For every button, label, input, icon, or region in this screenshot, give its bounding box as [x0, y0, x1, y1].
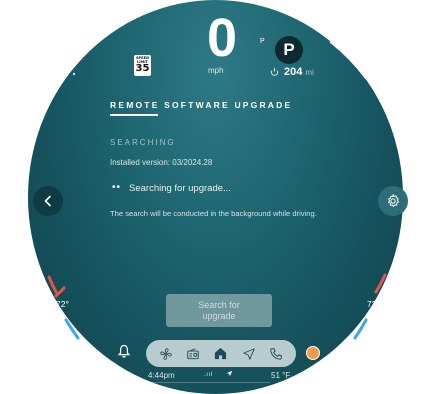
- gear-indicator-small: P: [260, 38, 265, 45]
- phone-icon: [270, 347, 282, 360]
- dock-radio[interactable]: [182, 343, 204, 365]
- right-heat-arc: [374, 273, 387, 294]
- range-icon: [270, 67, 279, 78]
- section-heading: SEARCHING: [110, 138, 176, 147]
- gear-indicator: P: [275, 36, 303, 64]
- range-readout: 204 mi: [284, 66, 314, 78]
- passenger-temp[interactable]: 72°: [367, 299, 380, 309]
- bottom-divider: [140, 382, 270, 383]
- background-search-note: The search will be conducted in the back…: [110, 209, 317, 218]
- fan-icon: [160, 347, 172, 360]
- search-status: Searching for upgrade...: [129, 183, 231, 194]
- title-underline: [110, 114, 158, 116]
- outside-temperature: 51 °F: [271, 371, 291, 380]
- right-cool-arc: [353, 318, 368, 340]
- bell-icon: [117, 344, 131, 358]
- dial-dot: [72, 72, 76, 76]
- search-button-line2: upgrade: [202, 310, 236, 321]
- speed-readout: 0: [206, 8, 238, 68]
- left-heat-arc-2: [47, 275, 58, 294]
- home-icon: [215, 347, 227, 360]
- search-button-line1: Search for: [198, 299, 240, 310]
- radio-icon: [187, 347, 200, 359]
- dock-home[interactable]: [210, 343, 232, 365]
- navigation-icon: [242, 347, 255, 360]
- speed-limit-sign: SPEED LIMIT 35: [134, 55, 151, 76]
- back-button[interactable]: [33, 186, 63, 216]
- signal-strength: .ııl: [204, 371, 213, 378]
- loading-dots: ••: [112, 182, 122, 193]
- clock: 4:44pm: [148, 371, 175, 380]
- gear-icon: [388, 194, 399, 207]
- driver-temp[interactable]: 72°: [56, 299, 69, 309]
- search-for-upgrade-button[interactable]: Search for upgrade: [166, 294, 272, 327]
- left-cool-arc: [64, 318, 80, 340]
- speed-limit-value: 35: [135, 63, 150, 74]
- range-unit: mi: [305, 68, 314, 77]
- chevron-left-icon: [44, 195, 51, 207]
- installed-version: Installed version: 03/2024.28: [110, 158, 213, 167]
- power-arc: [329, 40, 368, 80]
- speed-unit: mph: [208, 66, 224, 75]
- range-value: 204: [284, 66, 303, 78]
- notification-button[interactable]: [117, 344, 131, 363]
- dock-phone[interactable]: [265, 343, 287, 365]
- profile-dot-icon[interactable]: [306, 346, 320, 360]
- page-title: REMOTE SOFTWARE UPGRADE: [110, 100, 293, 110]
- app-dock: [146, 340, 296, 367]
- location-arrow-icon: [226, 370, 233, 379]
- dock-fan[interactable]: [155, 343, 177, 365]
- settings-button[interactable]: [378, 186, 408, 216]
- dock-navigation[interactable]: [238, 343, 260, 365]
